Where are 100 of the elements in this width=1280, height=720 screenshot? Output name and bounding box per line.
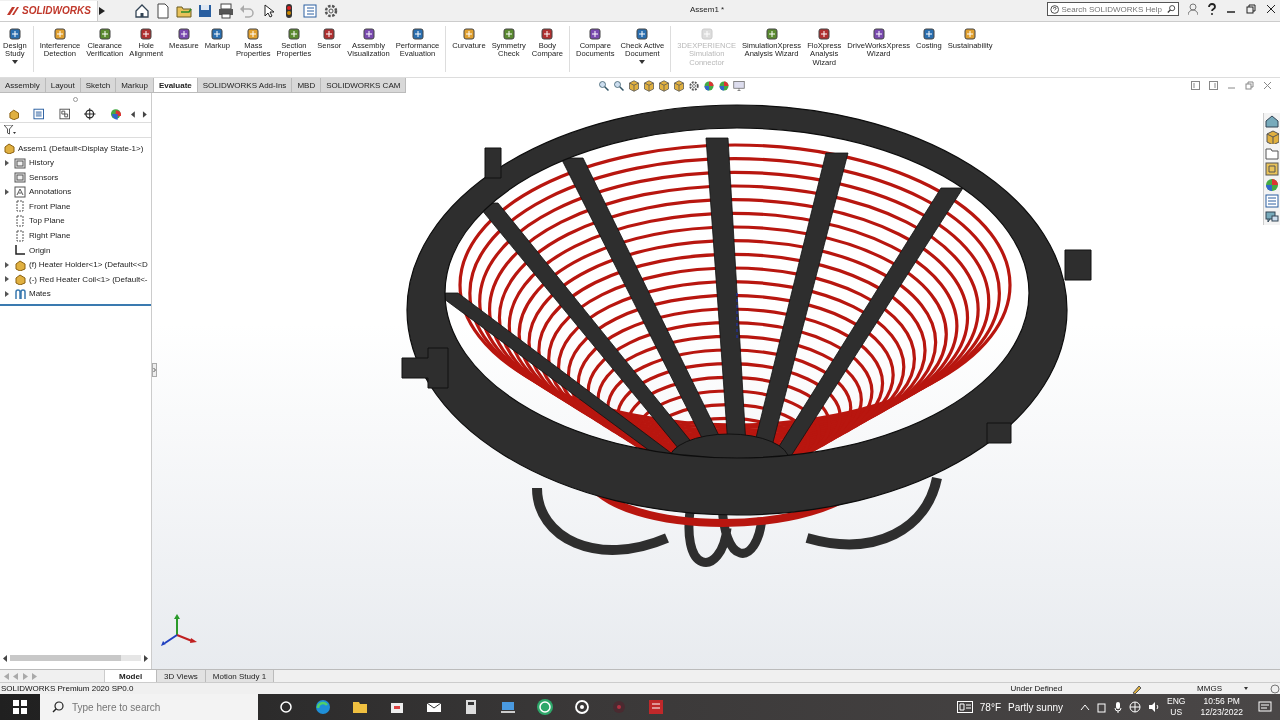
expand-arrow-icon[interactable] — [5, 188, 9, 195]
ribbon-tab[interactable]: Layout — [45, 78, 81, 92]
tree-item[interactable]: Annotations — [29, 187, 72, 197]
restore-icon[interactable] — [1246, 4, 1256, 14]
close-icon[interactable] — [1266, 4, 1276, 14]
filter-icon[interactable] — [4, 125, 16, 135]
app-icon[interactable] — [647, 698, 665, 716]
configuration-manager-tab-icon[interactable] — [58, 108, 71, 120]
cube-icon[interactable] — [628, 80, 640, 92]
expand-arrow-icon[interactable] — [5, 159, 9, 166]
tool-icon — [410, 27, 425, 41]
folder-icon — [14, 171, 26, 184]
print-icon[interactable] — [217, 2, 234, 19]
document-tab[interactable]: 3D Views — [157, 670, 206, 682]
ribbon-tab[interactable]: MBD — [292, 78, 322, 92]
zoom-icon[interactable] — [598, 80, 610, 92]
horizontal-scrollbar[interactable] — [10, 655, 141, 661]
ribbon-tab[interactable]: Markup — [116, 78, 154, 92]
language-indicator[interactable]: ENG US — [1167, 696, 1186, 718]
ribbon-tab[interactable]: SOLIDWORKS Add-Ins — [197, 78, 293, 92]
clock[interactable]: 10:56 PM 12/23/2022 — [1200, 696, 1243, 718]
tree-item[interactable]: (f) Heater Holder<1> (Default<<D — [29, 260, 148, 270]
app-icon[interactable] — [536, 698, 554, 716]
document-tab[interactable]: Motion Study 1 — [205, 670, 275, 682]
feature-manager-tab-icon[interactable] — [8, 108, 20, 120]
home-icon[interactable] — [1265, 114, 1279, 128]
panel-collapse-handle-icon[interactable] — [152, 363, 157, 377]
home-icon[interactable] — [133, 2, 150, 19]
news-icon[interactable] — [956, 701, 973, 713]
settings-icon[interactable] — [688, 80, 700, 92]
globe-icon[interactable] — [1129, 701, 1142, 713]
scroll-left-icon[interactable] — [3, 654, 8, 662]
task-view-icon[interactable] — [277, 698, 295, 716]
expand-arrow-icon[interactable] — [97, 5, 106, 16]
tree-item[interactable]: Front Plane — [29, 201, 71, 211]
tool-icon — [97, 27, 112, 41]
sphere-icon[interactable] — [718, 80, 730, 92]
browser-icon[interactable] — [314, 698, 332, 716]
tree-root-label[interactable]: Assem1 (Default<Display State-1>) — [18, 143, 144, 153]
taskbar-search-box[interactable]: Type here to search — [40, 694, 258, 720]
part-icon — [14, 258, 26, 271]
tool-icon — [52, 27, 67, 41]
property-manager-tab-icon[interactable] — [33, 108, 45, 120]
scroll-right-icon[interactable] — [142, 110, 147, 118]
ribbon-tab[interactable]: Sketch — [80, 78, 117, 92]
folder-icon[interactable] — [1265, 146, 1279, 160]
windows-logo-icon[interactable] — [13, 700, 27, 714]
tree-item[interactable]: History — [29, 158, 54, 168]
status-text: SOLIDWORKS Premium 2020 SP0.0 — [1, 684, 134, 693]
appearance-tab-icon[interactable] — [109, 108, 122, 120]
cube-icon[interactable] — [673, 80, 685, 92]
tree-item[interactable]: Right Plane — [29, 231, 71, 241]
panel-right-icon[interactable] — [1209, 81, 1218, 90]
expand-arrow-icon[interactable] — [5, 290, 9, 297]
help-question-icon[interactable] — [1208, 3, 1216, 15]
tree-item[interactable]: Sensors — [29, 172, 59, 182]
scroll-right-icon[interactable] — [143, 654, 148, 662]
mates-icon — [14, 287, 26, 300]
search-icon — [52, 701, 64, 713]
notification-icon[interactable] — [1258, 700, 1272, 714]
ribbon-tab[interactable]: SOLIDWORKS CAM — [321, 78, 407, 92]
microphone-icon[interactable] — [1114, 701, 1123, 713]
dropdown-caret-icon[interactable] — [1244, 687, 1248, 690]
splitter-handle-icon[interactable] — [73, 97, 78, 102]
cube-icon[interactable] — [658, 80, 670, 92]
weather-temperature[interactable]: 78°F — [979, 701, 1001, 713]
weather-text[interactable]: Partly sunny — [1008, 701, 1064, 713]
tree-item[interactable]: Mates — [29, 289, 51, 299]
camera-icon[interactable] — [1097, 701, 1108, 713]
cube-icon[interactable] — [643, 80, 655, 92]
tree-item[interactable]: (-) Red Heater Coil<1> (Default<- — [29, 274, 148, 284]
scroll-left-icon[interactable] — [131, 110, 137, 118]
tool-icon — [246, 27, 261, 41]
expand-arrow-icon[interactable] — [5, 261, 9, 268]
panel-left-icon[interactable] — [1191, 81, 1200, 90]
document-tab[interactable]: Model — [105, 670, 158, 682]
tool-icon — [540, 27, 555, 41]
tree-item[interactable]: Origin — [29, 245, 51, 255]
ribbon-tab[interactable]: Assembly — [0, 78, 46, 92]
appearance-icon[interactable] — [1265, 178, 1279, 192]
crosshair-icon[interactable] — [84, 108, 96, 120]
taskbar-search-field[interactable]: Type here to search — [72, 701, 252, 713]
help-search-box[interactable]: Search SOLIDWORKS Help — [1047, 2, 1179, 16]
plane-icon — [14, 214, 26, 227]
speaker-icon[interactable] — [1148, 701, 1161, 713]
save-icon[interactable] — [196, 2, 213, 19]
settings-icon[interactable] — [322, 2, 339, 19]
zoom-area-icon[interactable] — [613, 80, 625, 92]
parts-library-icon[interactable] — [1265, 130, 1279, 144]
sphere-icon[interactable] — [703, 80, 715, 92]
user-icon[interactable] — [1188, 3, 1198, 15]
help-search-field[interactable]: Search SOLIDWORKS Help — [1061, 4, 1166, 14]
monitor-icon[interactable] — [733, 80, 745, 92]
tree-item[interactable]: Top Plane — [29, 216, 65, 226]
search-icon — [1167, 4, 1176, 14]
ribbon-tab[interactable]: Evaluate — [153, 78, 198, 92]
chevron-up-icon[interactable] — [1080, 703, 1091, 711]
expand-arrow-icon[interactable] — [5, 276, 9, 283]
target-icon[interactable] — [573, 698, 591, 716]
units-text[interactable]: MMGS — [1197, 684, 1222, 693]
